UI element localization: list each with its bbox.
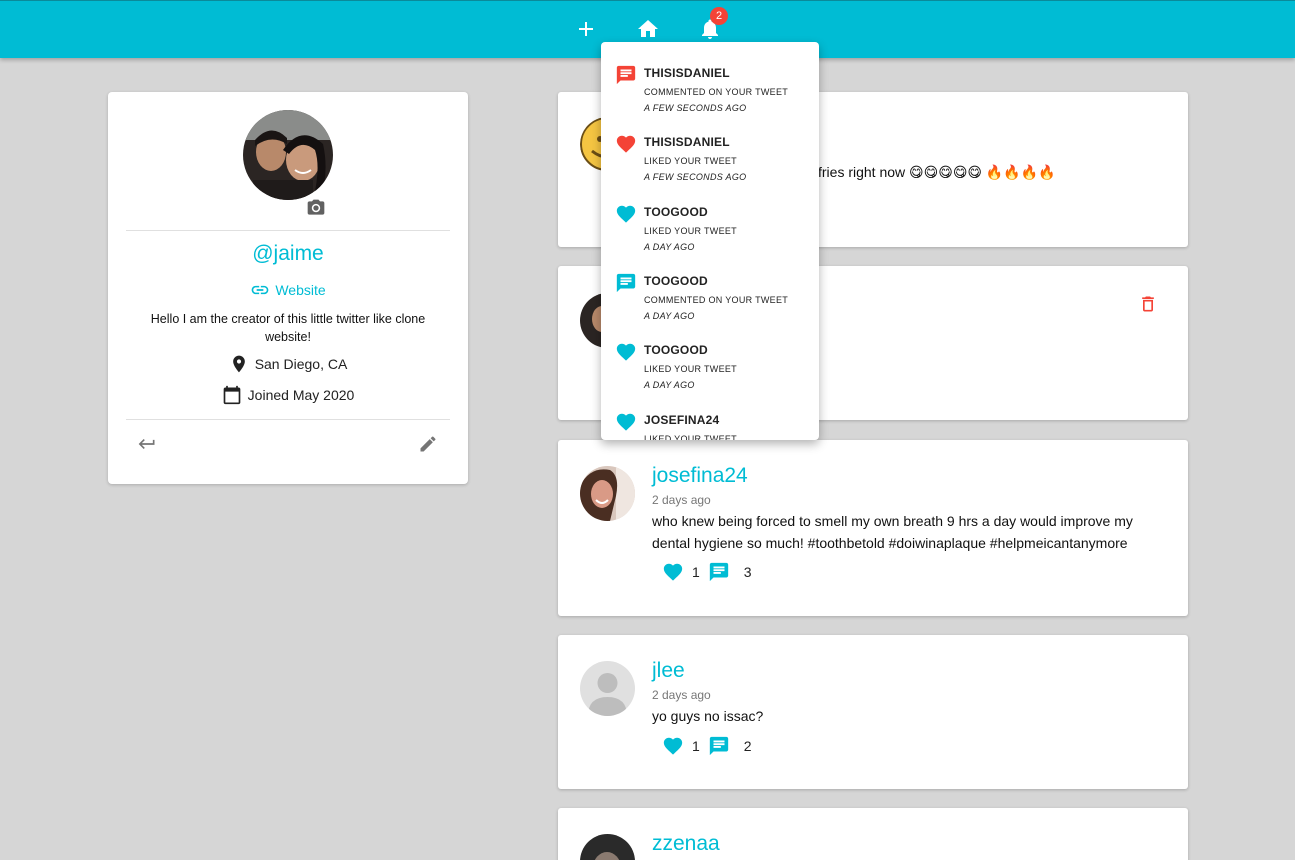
comment-count: 2 [743,738,752,754]
home-icon [638,20,658,37]
tweet-actions: 1 2 [662,735,752,757]
comment-button[interactable]: 2 [708,735,752,757]
tweet-timestamp: 2 days ago [652,493,711,507]
divider [126,230,450,231]
tweet-username[interactable]: jlee [652,659,685,683]
keyboard-return-icon [138,439,155,449]
tweet-username[interactable]: zzenaa [652,832,720,856]
location-icon [232,355,245,373]
tweet-card: josefina24 2 days ago who knew being for… [558,440,1188,616]
like-count: 1 [692,564,700,580]
heart-icon [615,411,637,433]
profile-avatar[interactable] [243,110,333,200]
notification-user: TOOGOOD [644,343,708,358]
heart-icon [615,341,637,363]
heart-icon [663,563,683,581]
tweet-username[interactable]: josefina24 [652,464,748,488]
delete-tweet-button[interactable] [1136,292,1160,316]
notification-user: TOOGOOD [644,273,708,288]
notification-item[interactable]: JOSEFINA24 LIKED YOUR TWEET [601,395,819,441]
heart-icon [663,737,683,755]
camera-icon [307,199,325,215]
notification-user: THISISDANIEL [644,135,730,150]
tweet-timestamp: 2 days ago [652,688,711,702]
notification-time: A DAY AGO [644,241,695,252]
calendar-icon [223,385,241,405]
tweet-actions: 1 3 [662,561,752,583]
notification-item[interactable]: TOOGOOD LIKED YOUR TWEET A DAY AGO [601,325,819,393]
user-photo [580,466,635,521]
user-photo [580,834,635,860]
notification-action: LIKED YOUR TWEET [644,156,737,167]
tweet-avatar[interactable] [580,466,635,521]
notification-item[interactable]: TOOGOOD LIKED YOUR TWEET A DAY AGO [601,187,819,255]
profile-bio: Hello I am the creator of this little tw… [150,312,426,344]
tweet-avatar[interactable] [580,661,635,716]
notifications-button[interactable]: 2 [696,7,728,43]
notification-action: COMMENTED ON YOUR TWEET [644,294,789,305]
comment-icon [709,562,728,582]
comment-icon [615,272,637,294]
tweet-card: zzenaa [558,808,1188,860]
notification-time: A FEW SECONDS AGO [644,172,747,183]
joined-text: Joined May 2020 [247,387,355,403]
like-button[interactable]: 1 [662,561,700,583]
delete-icon [1142,296,1154,312]
tweet-body: who knew being forced to smell my own br… [652,513,1133,551]
like-count: 1 [692,738,700,754]
profile-handle[interactable]: @jaime [108,242,468,266]
home-button[interactable] [634,15,662,43]
like-button[interactable]: 1 [662,735,700,757]
notification-count-badge: 2 [710,7,728,25]
notification-user: JOSEFINA24 [644,412,720,427]
default-avatar-icon [580,661,635,716]
notification-item[interactable]: THISISDANIEL COMMENTED ON YOUR TWEET A FEW… [601,48,819,116]
heart-icon [615,133,637,155]
notification-user: TOOGOOD [644,204,708,219]
change-photo-button[interactable] [305,197,327,219]
tweet-body: yo guys no issac? [652,708,764,724]
tweet-avatar[interactable] [580,834,635,860]
joined-row: Joined May 2020 [108,385,468,405]
comment-icon [615,64,637,86]
notification-action: LIKED YOUR TWEET [644,433,737,441]
notification-action: COMMENTED ON YOUR TWEET [644,87,789,97]
tweet-card: jlee 2 days ago yo guys no issac? 1 2 [558,635,1188,789]
notification-action: LIKED YOUR TWEET [644,225,737,236]
notification-action: LIKED YOUR TWEET [644,364,737,375]
location-row: San Diego, CA [108,354,468,374]
website-link[interactable]: Website [108,280,468,300]
link-icon [251,285,269,295]
edit-icon [420,436,436,452]
edit-profile-button[interactable] [416,432,440,456]
comment-count: 3 [743,564,752,580]
logout-button[interactable] [135,432,159,456]
website-label: Website [275,282,326,298]
location-text: San Diego, CA [254,356,348,372]
notification-time: A DAY AGO [644,380,695,391]
divider [126,419,450,420]
notification-item[interactable]: THISISDANIEL LIKED YOUR TWEET A FEW SECOND… [601,117,819,185]
heart-icon [615,203,637,225]
add-icon [579,22,593,36]
notification-user: THISISDANIEL [644,66,730,80]
add-tweet-button[interactable] [572,15,600,43]
profile-photo [243,110,333,200]
notification-item[interactable]: TOOGOOD COMMENTED ON YOUR TWEET A DAY AGO [601,256,819,324]
comment-icon [709,736,728,756]
comment-button[interactable]: 3 [708,561,752,583]
notification-time: A FEW SECONDS AGO [644,103,747,113]
notifications-menu: THISISDANIEL COMMENTED ON YOUR TWEET A FEW… [601,42,819,440]
profile-card: @jaime Website Hello I am the creator of… [108,92,468,484]
notification-time: A DAY AGO [644,310,695,321]
